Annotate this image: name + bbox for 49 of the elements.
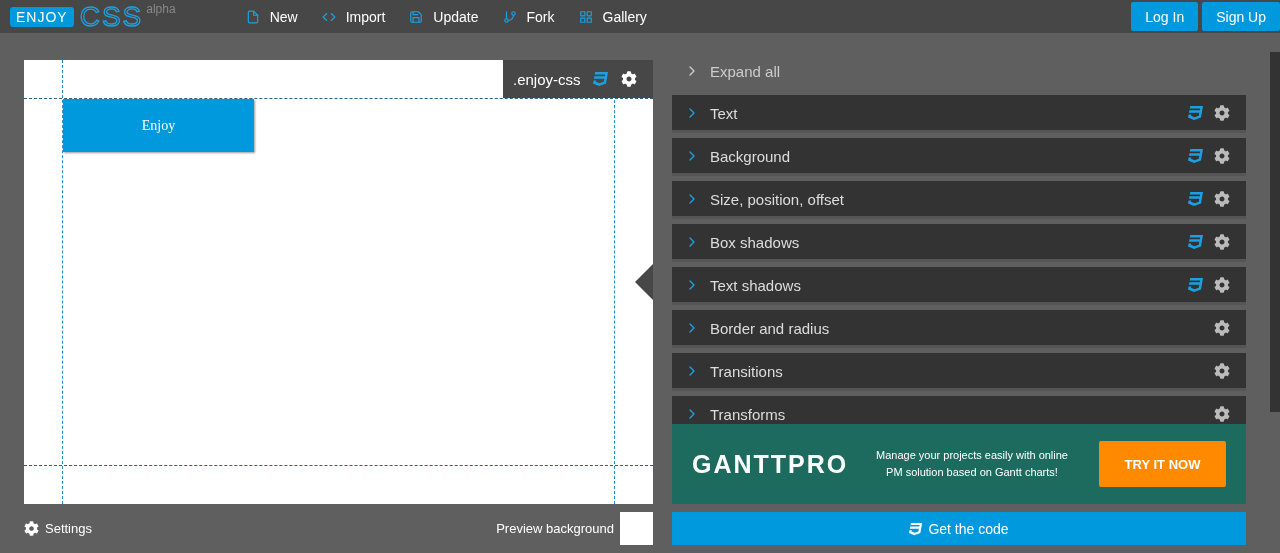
section-label: Text shadows [710,277,802,294]
section-label: Transforms [710,406,787,423]
section-row[interactable]: Transitions [672,353,1246,391]
preview-background-label: Preview background [496,521,614,536]
css3-icon [592,71,609,87]
section-label: Border and radius [710,320,831,337]
settings-icon[interactable] [1214,277,1230,293]
fork-icon [502,9,517,24]
logo-text: CSS [79,2,144,31]
nav-link[interactable]: Import [321,8,386,25]
section-row[interactable]: Box shadows [672,224,1246,262]
color-swatch[interactable] [620,512,653,545]
nav-link[interactable]: Update [409,8,479,25]
section-row[interactable]: Transforms [672,396,1246,424]
section-row[interactable]: Text [672,95,1246,133]
file-icon [245,9,260,24]
expand-all-link[interactable]: Expand all [672,52,1246,90]
nav-link[interactable]: New [245,8,298,25]
settings-icon[interactable] [1214,320,1230,336]
pointer-arrow [635,264,653,300]
settings-icon[interactable] [1214,105,1230,121]
logo-tag: alpha [146,2,176,16]
settings-icon[interactable] [1214,406,1230,422]
section-row[interactable]: Background [672,138,1246,176]
save-icon [409,9,424,24]
nav-link[interactable]: Gallery [578,8,647,25]
settings-icon[interactable] [1214,148,1230,164]
section-label: Size, position, offset [710,191,845,208]
ad-text: Manage your projects easily with online PM solution based on Gantt charts! [875,448,1069,480]
section-label: Transitions [710,363,784,380]
grid-icon [578,9,593,24]
section-label: Background [710,148,792,165]
settings-icon [24,521,39,536]
selector-name: .enjoy-css [513,70,581,88]
settings-link[interactable]: Settings [24,521,92,536]
section-label: Box shadows [710,234,801,251]
settings-icon[interactable] [1214,363,1230,379]
section-row[interactable]: Border and radius [672,310,1246,348]
settings-icon[interactable] [1214,191,1230,207]
section-label: Text [710,105,739,122]
logo-badge: ENJOY [10,6,74,27]
section-row[interactable]: Text shadows [672,267,1246,305]
css3-icon [909,521,924,536]
nav-link[interactable]: Fork [502,8,555,25]
settings-icon[interactable] [1214,234,1230,250]
section-row[interactable]: Size, position, offset [672,181,1246,219]
settings-icon[interactable] [620,71,637,87]
scrollbar[interactable] [1270,52,1280,412]
ad-brand: GANTTPRO [692,449,850,479]
